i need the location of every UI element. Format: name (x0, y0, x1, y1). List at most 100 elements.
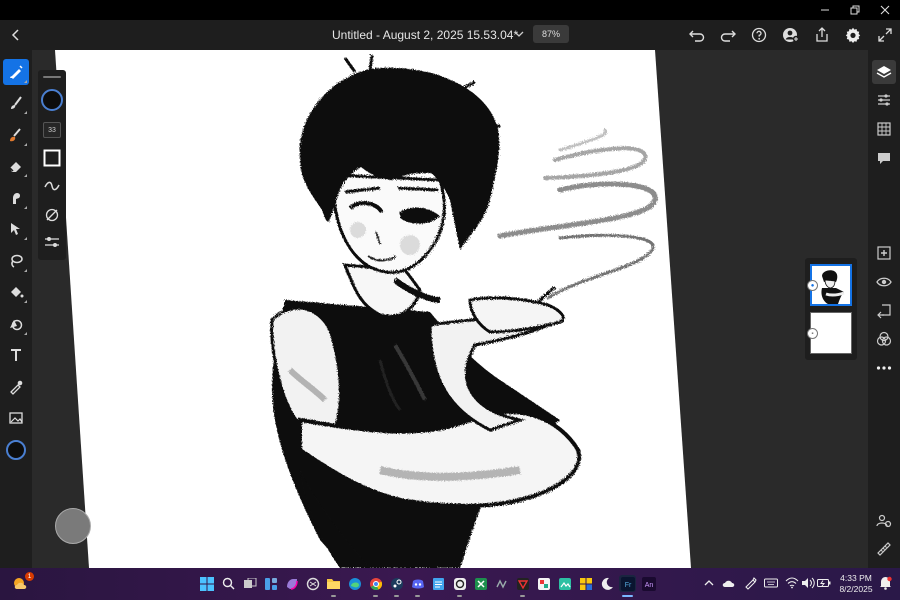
volume-icon (802, 577, 815, 589)
square-icon (43, 149, 61, 167)
document-title[interactable]: Untitled - August 2, 2025 15.53.04* (332, 28, 518, 42)
notepad-icon (433, 577, 444, 590)
text-icon (11, 349, 21, 361)
back-button[interactable] (6, 25, 26, 45)
discord-icon (411, 579, 424, 588)
taskbar-app-edge[interactable] (346, 575, 363, 592)
adjustments-icon (878, 94, 890, 106)
tiles-icon (579, 577, 592, 590)
undo-button[interactable] (686, 24, 708, 46)
tray-volume[interactable] (801, 576, 815, 590)
tool-eyedropper[interactable] (3, 374, 29, 400)
excel-icon (474, 577, 487, 590)
chevron-up-icon (704, 580, 714, 586)
tool-eraser[interactable] (3, 153, 29, 179)
task-view-icon (243, 577, 256, 588)
brush-settings-button[interactable] (42, 205, 62, 225)
import-icon (877, 304, 891, 319)
taskbar-app-fresco[interactable]: Fr (619, 575, 636, 597)
shapes-icon (10, 319, 23, 331)
taskbar-app-excel[interactable] (472, 575, 489, 592)
tool-vector-brush[interactable] (3, 122, 29, 148)
layer-2-lock-icon: ▪ (807, 328, 818, 339)
tool-pixel-brush[interactable] (3, 59, 29, 85)
eye-icon (876, 277, 892, 287)
color-picker-swatch[interactable] (3, 437, 29, 463)
taskbar-app-copilot[interactable] (283, 575, 300, 592)
taskbar-app-steam[interactable] (388, 575, 405, 597)
taskbar-app-notepad[interactable] (430, 575, 447, 592)
more-options-button[interactable] (872, 356, 896, 380)
tool-live-brush[interactable] (3, 90, 29, 116)
brush-color-swatch[interactable] (41, 89, 63, 111)
xbox-icon (453, 577, 466, 590)
minimize-button[interactable] (810, 0, 840, 20)
pressure-settings-button[interactable] (42, 232, 62, 252)
stroke-smoothing-button[interactable] (42, 176, 62, 196)
taskbar-app-chatgpt[interactable] (304, 575, 321, 592)
layer-properties-button[interactable] (872, 88, 896, 112)
import-button[interactable] (872, 299, 896, 323)
tool-text[interactable] (3, 342, 29, 368)
touch-modifier-button[interactable] (55, 508, 91, 544)
tool-smudge[interactable] (3, 185, 29, 211)
taskbar-app-chrome[interactable] (367, 575, 384, 597)
timelapse-button[interactable] (872, 509, 896, 533)
tool-shapes[interactable] (3, 311, 29, 337)
tray-pen[interactable] (743, 576, 757, 590)
layers-button[interactable] (872, 60, 896, 84)
tool-image[interactable] (3, 405, 29, 431)
wave-icon (44, 181, 60, 191)
tool-transform[interactable] (3, 216, 29, 242)
comments-button[interactable] (872, 146, 896, 170)
panel-grip[interactable] (43, 76, 61, 78)
tray-wifi[interactable] (785, 576, 799, 590)
tool-fill[interactable] (3, 279, 29, 305)
clock-date: 8/2/2025 (839, 584, 873, 594)
tray-keyboard[interactable] (764, 576, 778, 590)
capcut-icon (516, 577, 529, 590)
restore-button[interactable] (840, 0, 870, 20)
drawing-canvas[interactable] (0, 50, 900, 568)
taskbar-app-capcut[interactable] (514, 575, 531, 597)
task-view-button[interactable] (241, 575, 258, 592)
taskbar-app-vscode[interactable] (535, 575, 552, 592)
taskbar-app-explorer[interactable] (325, 575, 342, 597)
taskbar-app-premiere[interactable] (493, 575, 510, 592)
grid-button[interactable] (872, 117, 896, 141)
visibility-button[interactable] (872, 270, 896, 294)
taskbar-search-button[interactable] (220, 575, 237, 592)
redo-button[interactable] (717, 24, 739, 46)
taskbar-app-illustrator[interactable] (577, 575, 594, 592)
tray-cloud[interactable] (721, 576, 735, 590)
help-button[interactable] (748, 24, 770, 46)
taskbar-app-discord[interactable] (409, 575, 426, 597)
right-toolbar (868, 50, 900, 568)
start-button[interactable] (198, 575, 215, 592)
close-button[interactable] (870, 0, 900, 20)
weather-widget[interactable]: 1 (10, 572, 34, 595)
settings-button[interactable] (842, 24, 864, 46)
taskbar-app-gallery[interactable] (556, 575, 573, 592)
share-button[interactable] (811, 24, 833, 46)
taskbar-app-widgets[interactable] (262, 575, 279, 592)
title-menu-button[interactable] (512, 26, 526, 42)
taskbar-app-xbox[interactable] (451, 575, 468, 597)
add-layer-button[interactable] (872, 241, 896, 265)
taskbar-clock[interactable]: 4:33 PM 8/2/2025 (834, 573, 878, 595)
brush-size-value[interactable]: 33 (43, 122, 61, 138)
brush-shape-button[interactable] (42, 148, 62, 168)
fullscreen-button[interactable] (874, 24, 896, 46)
invite-button[interactable] (780, 24, 802, 46)
tray-overflow-button[interactable] (702, 576, 716, 590)
taskbar-app-animate[interactable]: An (640, 575, 657, 592)
taskbar-app-moon[interactable] (598, 575, 615, 592)
tray-battery[interactable] (817, 576, 831, 590)
blend-mode-button[interactable] (872, 327, 896, 351)
zoom-level[interactable]: 87% (533, 25, 569, 43)
notification-center-button[interactable] (878, 576, 892, 590)
widgets-icon (264, 577, 277, 590)
comment-icon (878, 153, 890, 164)
tool-selection[interactable] (3, 248, 29, 274)
ruler-button[interactable] (872, 537, 896, 561)
